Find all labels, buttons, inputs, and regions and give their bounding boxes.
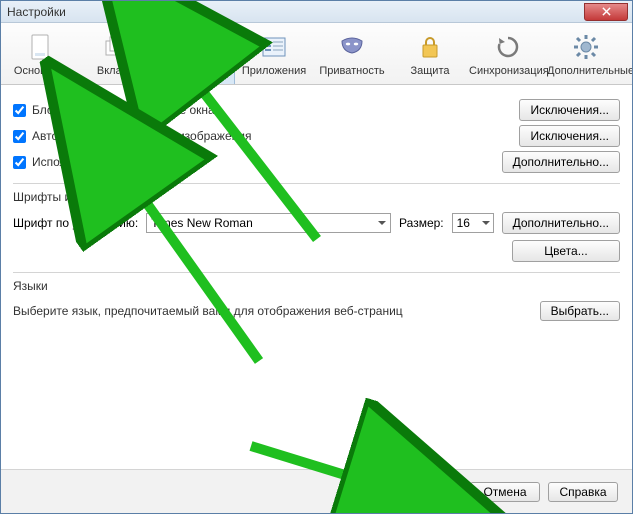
- tab-label: Дополнительные: [547, 65, 625, 77]
- fonts-section-title: Шрифты и цвета: [13, 190, 620, 204]
- titlebar: Настройки: [1, 1, 632, 23]
- languages-description: Выберите язык, предпочитаемый вами для о…: [13, 304, 403, 318]
- tab-label: Вкладки: [79, 65, 157, 77]
- tab-label: Защита: [391, 65, 469, 77]
- cancel-button[interactable]: Отмена: [470, 482, 540, 502]
- dialog-footer: OK Отмена Справка: [1, 469, 632, 513]
- size-label: Размер:: [399, 216, 444, 230]
- tab-applications[interactable]: Приложения: [235, 27, 313, 84]
- ok-button[interactable]: OK: [392, 482, 462, 502]
- help-button[interactable]: Справка: [548, 482, 618, 502]
- default-font-label: Шрифт по умолчанию:: [13, 216, 138, 230]
- colors-button[interactable]: Цвета...: [512, 240, 620, 262]
- auto-load-images-checkbox[interactable]: Автоматически загружать изображения: [13, 129, 251, 143]
- tabs-icon: [79, 31, 157, 63]
- divider: [13, 272, 620, 273]
- font-size-select[interactable]: 16: [452, 213, 494, 233]
- tab-tabs[interactable]: Вкладки: [79, 27, 157, 84]
- lock-icon: [391, 31, 469, 63]
- tab-security[interactable]: Защита: [391, 27, 469, 84]
- default-font-select[interactable]: Times New Roman: [146, 213, 391, 233]
- tab-label: Основные: [1, 65, 79, 77]
- tab-advanced[interactable]: Дополнительные: [547, 27, 625, 84]
- tab-label: Приложения: [235, 65, 313, 77]
- general-icon: [1, 31, 79, 63]
- use-javascript-checkbox[interactable]: Использовать JavaScript: [13, 155, 169, 169]
- tab-label: Содержимое: [158, 66, 234, 78]
- checkbox-label: Автоматически загружать изображения: [32, 129, 251, 143]
- close-button[interactable]: [584, 3, 628, 21]
- privacy-mask-icon: [313, 31, 391, 63]
- select-value: 16: [457, 216, 470, 230]
- languages-section-title: Языки: [13, 279, 620, 293]
- exceptions-button-popups[interactable]: Исключения...: [519, 99, 620, 121]
- tab-privacy[interactable]: Приватность: [313, 27, 391, 84]
- tab-label: Синхронизация: [469, 65, 547, 77]
- applications-icon: [235, 31, 313, 63]
- checkbox-input[interactable]: [13, 130, 26, 143]
- sync-icon: [469, 31, 547, 63]
- checkbox-input[interactable]: [13, 156, 26, 169]
- block-popups-checkbox[interactable]: Блокировать всплывающие окна: [13, 103, 215, 117]
- checkbox-label: Блокировать всплывающие окна: [32, 103, 215, 117]
- fonts-additional-button[interactable]: Дополнительно...: [502, 212, 620, 234]
- window-title: Настройки: [7, 5, 66, 19]
- content-panel: Блокировать всплывающие окна Исключения.…: [1, 85, 632, 329]
- exceptions-button-images[interactable]: Исключения...: [519, 125, 620, 147]
- choose-language-button[interactable]: Выбрать...: [540, 301, 620, 321]
- content-icon: [158, 32, 234, 64]
- additional-button-js[interactable]: Дополнительно...: [502, 151, 620, 173]
- tab-content[interactable]: Содержимое: [157, 27, 235, 84]
- tab-general[interactable]: Основные: [1, 27, 79, 84]
- checkbox-label: Использовать JavaScript: [32, 155, 169, 169]
- gear-icon: [547, 31, 625, 63]
- checkbox-input[interactable]: [13, 104, 26, 117]
- tab-sync[interactable]: Синхронизация: [469, 27, 547, 84]
- toolbar: Основные Вкладки Содержимое Приложения П…: [1, 23, 632, 85]
- tab-label: Приватность: [313, 65, 391, 77]
- divider: [13, 183, 620, 184]
- select-value: Times New Roman: [151, 216, 253, 230]
- settings-window: Настройки Основные Вкладки Содержимое: [0, 0, 633, 514]
